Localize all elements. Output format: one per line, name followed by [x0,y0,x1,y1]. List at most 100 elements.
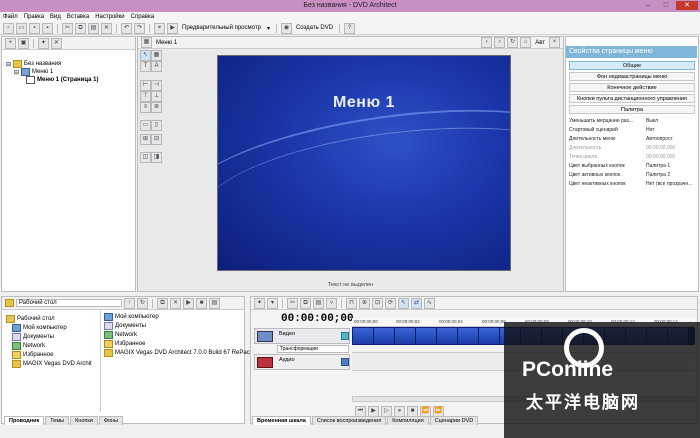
menu-edit[interactable]: Правка [24,14,44,20]
copy-icon[interactable]: ⧉ [157,297,168,309]
audio-track-header[interactable]: Аудио [254,354,350,370]
delete-icon[interactable]: ✕ [170,297,181,309]
zoom-icon[interactable]: ⊕ [359,297,370,309]
size-icon[interactable]: ◨ [151,152,162,163]
make-dvd-button[interactable]: Создать DVD [294,25,335,31]
tab-palette[interactable]: Палитра [569,105,695,114]
grid-tool-icon[interactable]: ▦ [151,50,162,61]
preview-icon[interactable]: ▶ [167,22,178,34]
property-row[interactable]: Цвет выбранных кнопок Палитра 1 [569,162,695,170]
menu-help[interactable]: Справка [131,14,155,20]
location-select[interactable]: Рабочий стол [16,299,122,307]
preview-button[interactable]: Предварительный просмотр [180,25,263,31]
property-row[interactable]: Уменьшить мерцание раз... Выкл [569,117,695,125]
tab-menu-1[interactable]: Меню 1 [154,40,179,46]
file-item[interactable]: MAGIX Vegas DVD Architect 7.0.0 Build 67… [104,349,253,357]
tree-item-project[interactable]: ⊟ Без названия [6,60,61,68]
align-bottom-icon[interactable]: ⊥ [151,91,162,102]
menu-title-text[interactable]: Меню 1 [218,94,510,112]
back-icon[interactable]: ‹ [481,37,493,48]
maximize-button[interactable]: □ [658,1,674,10]
tab-end-action[interactable]: Конечное действие [569,83,695,92]
menu-view[interactable]: Вид [50,14,61,20]
menu-insert[interactable]: Вставка [67,14,89,20]
cut-icon[interactable]: ✂ [287,297,298,309]
align-top-icon[interactable]: ⊤ [140,91,151,102]
track-toggle-icon[interactable] [341,358,349,366]
tab-remote-buttons[interactable]: Кнопки пульта дистанционного управления [569,94,695,103]
select-tool-icon[interactable]: ↖ [398,297,409,309]
tab-background[interactable]: Фон недиаастраницы меню [569,72,695,81]
layout-icon[interactable]: ▭ [140,120,151,131]
explorer-tree-item[interactable]: Документы [12,333,54,341]
tree-item-menu[interactable]: ⊟ Меню 1 [14,68,53,76]
tab-compilation[interactable]: Компиляция [387,416,429,425]
file-item[interactable]: Документы [104,322,146,330]
close-button[interactable]: ✕ [676,1,698,10]
explorer-tree-item[interactable]: MAGIX Vegas DVD Archit [12,360,92,368]
video-track-header[interactable]: Видео [254,328,350,344]
snap-icon[interactable]: ⊓ [346,297,357,309]
up-folder-icon[interactable]: ↑ [124,297,135,309]
menu-file[interactable]: Файл [3,14,18,20]
explorer-tree-item[interactable]: Мой компьютер [12,324,67,332]
refresh-icon[interactable]: ↻ [507,37,519,48]
refresh-icon[interactable]: ↻ [137,297,148,309]
property-row[interactable]: Длительность 00:00:00,000 [569,144,695,152]
file-item[interactable]: Избранное [104,340,145,348]
menu-preview[interactable]: Меню 1 [217,55,511,271]
tab-dvd-scripts[interactable]: Сценарии DVD [429,416,479,425]
forward-icon[interactable]: › [494,37,506,48]
align-left-icon[interactable]: ⊢ [140,80,151,91]
envelope-icon[interactable]: ∿ [424,297,435,309]
tab-buttons[interactable]: Кнопки [70,416,98,425]
property-row[interactable]: Цвет активных кнопок Палитра 2 [569,171,695,179]
center-v-icon[interactable]: ≣ [151,102,162,113]
marker-icon[interactable]: ▿ [326,297,337,309]
pointer-tool-icon[interactable]: ↖ [140,50,151,61]
property-row[interactable]: Стартовый сценарий Нет [569,126,695,134]
tab-timeline[interactable]: Временная шкала [252,416,311,425]
tab-themes[interactable]: Темы [45,416,70,425]
text-tool-icon[interactable]: T [140,61,151,72]
close-icon[interactable]: × [549,37,560,48]
explorer-tree-item[interactable]: Рабочий стол [6,315,55,323]
explorer-tree-item[interactable]: Избранное [12,351,53,359]
minimize-button[interactable]: – [640,1,656,10]
tab-explorer[interactable]: Проводник [4,416,45,425]
zoom-select[interactable]: Авт [533,40,547,46]
help-pointer-icon[interactable]: ? [344,22,356,34]
view-icon[interactable]: ▤ [209,297,220,309]
lock-icon[interactable]: ⊡ [372,297,383,309]
properties-icon[interactable]: ▣ [18,37,29,49]
add-icon[interactable]: + [5,37,16,49]
star-icon[interactable]: ✦ [38,37,49,49]
play-icon[interactable]: ▶ [183,297,194,309]
chevron-down-icon[interactable]: ▾ [265,25,272,32]
layout-icon[interactable]: ▯ [151,120,162,131]
tab-playlist[interactable]: Список воспроизведения [311,416,387,425]
track-toggle-icon[interactable] [341,332,349,340]
home-icon[interactable]: ⌂ [520,37,532,48]
image-tool-icon[interactable]: A [151,61,162,72]
paste-icon[interactable]: ▤ [313,297,324,309]
save-as-icon[interactable]: ▪ [42,22,53,34]
disc-icon[interactable]: ◉ [280,22,292,34]
distribute-icon[interactable]: ⊟ [151,134,162,145]
redo-icon[interactable]: ↷ [134,22,145,34]
center-h-icon[interactable]: ≡ [140,102,151,113]
file-item[interactable]: Network [104,331,137,339]
property-row[interactable]: Длительность меню Автоопрост [569,135,695,143]
property-row[interactable]: Цвет неактивных кнопок Нет (все прозрачн.… [569,180,695,188]
remove-icon[interactable]: ✕ [51,37,62,49]
new-file-icon[interactable]: ▫ [3,22,14,34]
explorer-tree-item[interactable]: Network [12,342,45,350]
star-icon[interactable]: ✦ [254,297,265,309]
grid-icon[interactable]: ▦ [141,37,152,48]
copy-icon[interactable]: ⧉ [300,297,311,309]
distribute-icon[interactable]: ⊞ [140,134,151,145]
open-folder-icon[interactable]: ▭ [16,22,27,34]
splitter[interactable] [100,310,101,412]
paste-icon[interactable]: ▤ [88,22,99,34]
align-right-icon[interactable]: ⊣ [151,80,162,91]
